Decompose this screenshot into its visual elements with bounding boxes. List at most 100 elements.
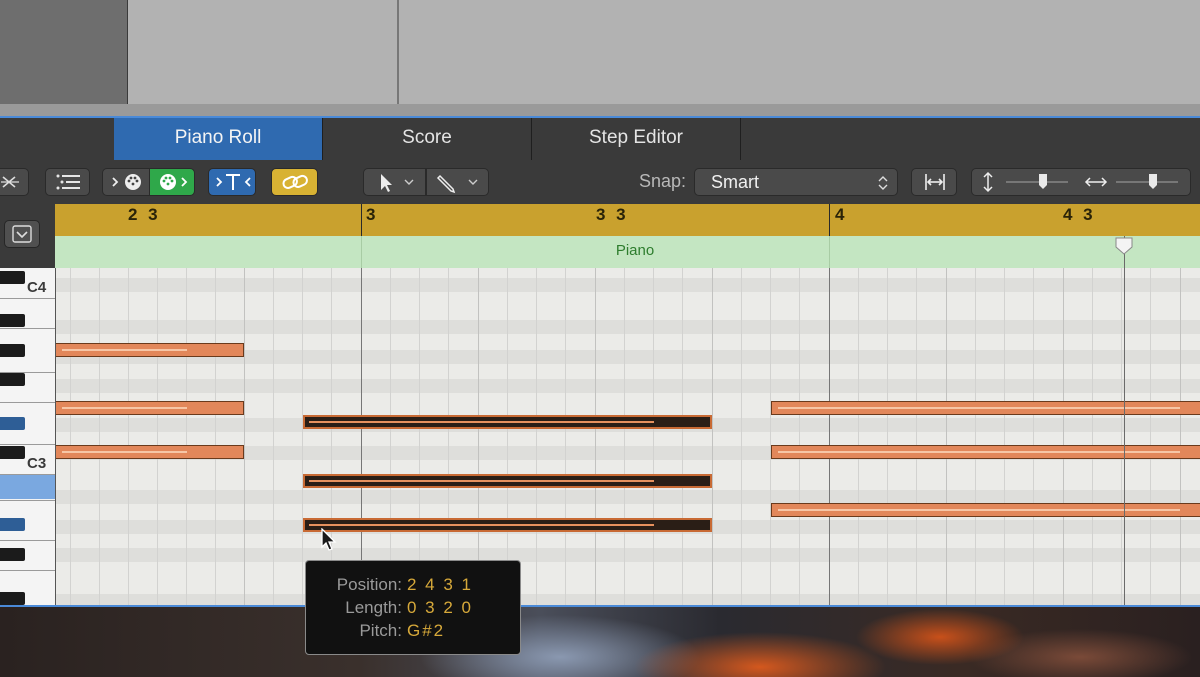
grid-row-black [55, 490, 1200, 504]
midi-note-selected[interactable] [303, 518, 712, 532]
grid-row-black [55, 320, 1200, 334]
zoom-sliders [972, 169, 1192, 195]
midi-note[interactable] [55, 445, 244, 459]
black-key[interactable] [0, 592, 25, 605]
ruler-marker: 3 [366, 205, 378, 225]
piano-roll-toolbar: Snap: Smart [0, 160, 1200, 205]
grid-line [70, 268, 71, 605]
white-key-divider [0, 444, 55, 445]
ruler-bar-line [361, 204, 362, 236]
playhead[interactable] [1124, 236, 1125, 605]
white-key-divider [0, 402, 55, 403]
piano-keyboard[interactable]: C4 C3 [0, 268, 56, 605]
grid-line [1004, 268, 1005, 605]
fit-width-button[interactable] [911, 168, 957, 196]
editor-tab-bar: Piano Roll Score Step Editor [0, 118, 1200, 161]
grid-line [946, 268, 947, 605]
pencil-tool-icon [427, 169, 490, 195]
midi-in-icon [150, 169, 196, 195]
list-icon [46, 169, 91, 195]
grid-line [1092, 268, 1093, 605]
snap-select[interactable]: Smart [694, 168, 898, 196]
midi-filter-icon [209, 169, 257, 195]
black-key-selected[interactable] [0, 417, 25, 430]
grid-bar-line [361, 268, 362, 605]
grid-line [1121, 268, 1122, 605]
grid-line [536, 268, 537, 605]
chevron-updown-icon [877, 174, 889, 192]
grid-line [1180, 268, 1181, 605]
midi-in-button[interactable] [149, 168, 195, 196]
note-grid[interactable] [55, 268, 1200, 605]
midi-out-icon [103, 169, 151, 195]
black-key[interactable] [0, 373, 25, 386]
midi-note[interactable] [771, 401, 1200, 415]
editor-divider[interactable] [0, 104, 1200, 118]
desktop-wallpaper [0, 605, 1200, 677]
command-click-tool-menu[interactable] [426, 168, 489, 196]
white-key-divider [0, 298, 55, 299]
black-key[interactable] [0, 271, 25, 284]
zoom-controls [971, 168, 1191, 196]
white-key-selected[interactable] [0, 475, 55, 499]
black-key[interactable] [0, 446, 25, 459]
grid-line [390, 268, 391, 605]
black-key-selected[interactable] [0, 518, 25, 531]
grid-line [419, 268, 420, 605]
midi-note[interactable] [771, 445, 1200, 459]
tab-score[interactable]: Score [323, 118, 532, 160]
grid-row-black [55, 278, 1200, 292]
tooltip-pitch-value: G#2 [407, 621, 445, 641]
playhead-handle-icon[interactable] [1114, 236, 1134, 256]
grid-line [273, 268, 274, 605]
grid-line [331, 268, 332, 605]
tooltip-position-label: Position: [337, 575, 402, 595]
grid-line [128, 268, 129, 605]
region-header[interactable]: Piano [55, 236, 1200, 269]
grid-line [653, 268, 654, 605]
collapse-button[interactable] [0, 168, 29, 196]
snap-value: Smart [711, 172, 759, 192]
grid-line [1063, 268, 1064, 605]
bar-ruler[interactable]: 2 3 3 3 3 4 4 3 [55, 204, 1200, 237]
grid-line [507, 268, 508, 605]
tab-piano-roll[interactable]: Piano Roll [114, 118, 323, 160]
chevron-down-box-icon [5, 221, 39, 247]
left-click-tool-menu[interactable] [363, 168, 426, 196]
link-button[interactable] [271, 168, 318, 196]
grid-line [887, 268, 888, 605]
black-key[interactable] [0, 344, 25, 357]
ruler-marker: 4 3 [1063, 205, 1096, 225]
midi-note[interactable] [55, 401, 244, 415]
midi-note[interactable] [771, 503, 1200, 517]
grid-line [99, 268, 100, 605]
grid-row-black [55, 594, 1200, 605]
grid-line [478, 268, 479, 605]
grid-line [565, 268, 566, 605]
keyboard-header [0, 204, 56, 268]
region-name: Piano [55, 242, 1200, 259]
ruler-marker: 2 3 [128, 205, 161, 225]
grid-row-black [55, 548, 1200, 562]
grid-row-black [55, 379, 1200, 393]
vertical-zoom-slider[interactable] [1006, 174, 1068, 189]
tooltip-position-value: 2 4 3 1 [407, 575, 473, 595]
collapse-icon [0, 169, 30, 195]
black-key[interactable] [0, 548, 25, 561]
midi-note[interactable] [55, 343, 244, 357]
midi-out-button[interactable] [102, 168, 150, 196]
horizontal-zoom-slider[interactable] [1116, 174, 1178, 189]
tab-step-editor[interactable]: Step Editor [532, 118, 741, 160]
local-inspector-button[interactable] [45, 168, 90, 196]
midi-filter-button[interactable] [208, 168, 256, 196]
view-menu-button[interactable] [4, 220, 40, 248]
arrange-empty-area [397, 0, 1200, 104]
horizontal-zoom-icon [1086, 178, 1106, 186]
midi-note-selected[interactable] [303, 415, 712, 429]
white-key-divider [0, 500, 55, 501]
arrange-track-header-area [0, 0, 127, 104]
midi-note-selected[interactable] [303, 474, 712, 488]
grid-line [624, 268, 625, 605]
black-key[interactable] [0, 314, 25, 327]
grid-line [712, 268, 713, 605]
